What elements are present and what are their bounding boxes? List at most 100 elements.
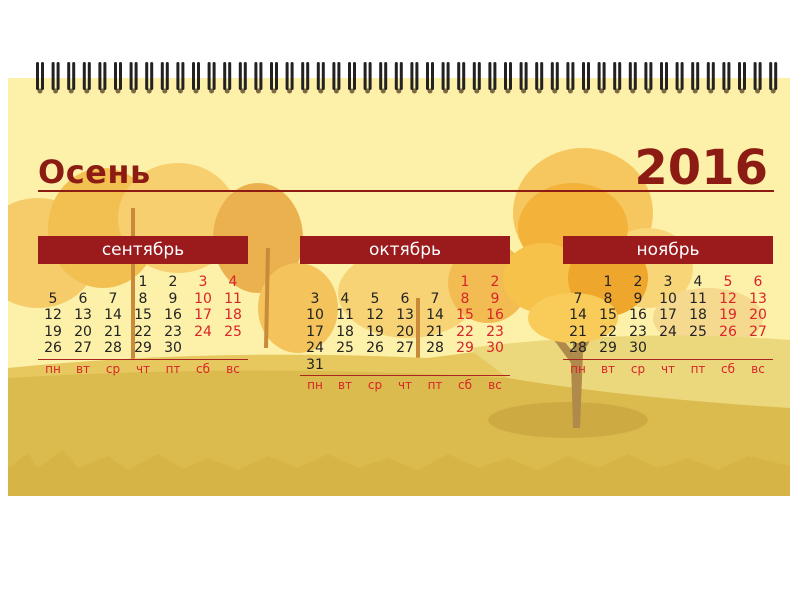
weekday-label: ср — [105, 361, 121, 376]
day-cell: 20 — [749, 307, 767, 323]
day-cell: 31 — [306, 356, 324, 373]
binding-ring-icon — [160, 62, 169, 94]
weekday-label: пн — [45, 361, 61, 376]
binding-ring-icon — [332, 62, 341, 94]
day-cell: 7 — [573, 290, 583, 307]
binding-ring-icon — [488, 62, 497, 94]
binding-ring-icon — [223, 62, 232, 94]
day-cell — [188, 340, 218, 357]
binding-ring-icon — [426, 62, 434, 94]
binding-ring-icon — [145, 62, 154, 94]
day-cell: 2 — [168, 274, 178, 290]
binding-ring-icon — [238, 62, 247, 94]
binding-ring-icon — [769, 62, 778, 94]
day-cell: 24 — [659, 323, 677, 340]
year-title: 2016 — [634, 140, 768, 196]
day-cell: 19 — [44, 323, 62, 340]
season-title: Осень — [38, 153, 151, 191]
day-cell: 22 — [456, 323, 474, 340]
day-cell: 4 — [693, 274, 703, 290]
day-cell — [480, 357, 510, 374]
weekday-label: вс — [488, 378, 502, 392]
binding-ring-icon — [691, 62, 700, 94]
day-cell — [713, 340, 743, 357]
weekday-label: сб — [458, 378, 472, 392]
day-cell: 28 — [426, 340, 444, 356]
binding-ring-icon — [535, 62, 544, 94]
day-cell: 29 — [599, 340, 617, 356]
month-september: сентябрь 1 2 3 4 5 6 7 8 9 10 11 12 13 14 15 16 17 18 19 20… — [38, 236, 248, 378]
binding-ring-icon — [550, 62, 559, 94]
day-cell: 1 — [460, 274, 470, 290]
binding-ring-icon — [472, 62, 481, 94]
weekday-label: пн — [307, 378, 323, 392]
binding-ring-icon — [722, 62, 731, 94]
binding-ring-icon — [613, 62, 622, 94]
day-cell: 3 — [663, 274, 673, 290]
weekday-label: чт — [397, 378, 413, 392]
weekday-label: вт — [337, 378, 353, 392]
binding-ring-icon — [98, 62, 107, 94]
day-cell: 21 — [104, 323, 122, 340]
day-cell: 30 — [629, 340, 647, 356]
day-cell — [390, 274, 420, 291]
day-cell: 28 — [569, 340, 587, 356]
day-cell: 12 — [44, 307, 62, 323]
day-cell: 9 — [633, 290, 643, 307]
binding-ring-icon — [363, 62, 372, 94]
binding-ring-icon — [738, 62, 746, 94]
weekday-label: вс — [751, 361, 765, 376]
day-cell: 11 — [336, 307, 354, 323]
day-cell: 10 — [306, 307, 324, 323]
day-cell: 17 — [659, 307, 677, 323]
day-cell: 16 — [486, 307, 504, 323]
binding-ring-icon — [441, 62, 450, 94]
day-cell: 22 — [134, 323, 152, 340]
day-cell: 9 — [168, 290, 178, 307]
day-cell — [300, 274, 330, 291]
binding-ring-icon — [597, 62, 606, 94]
day-cell: 13 — [74, 307, 92, 323]
month-name: ноябрь — [563, 236, 773, 264]
day-cell — [98, 274, 128, 291]
day-cell: 2 — [633, 274, 643, 290]
binding-ring-icon — [316, 62, 325, 94]
day-cell: 15 — [134, 307, 152, 323]
day-cell: 13 — [396, 307, 414, 323]
day-cell: 8 — [603, 290, 613, 307]
day-cell: 27 — [396, 340, 414, 356]
day-cell: 27 — [749, 323, 767, 340]
month-days: 1 2 3 4 5 6 7 8 9 10 11 12 13 14 15 16 17 18 19 20 21 22 23 24 2… — [563, 274, 773, 357]
day-cell: 13 — [749, 290, 767, 307]
binding-ring-icon — [129, 62, 138, 94]
day-cell — [450, 357, 480, 374]
day-cell — [563, 274, 593, 291]
month-name: сентябрь — [38, 236, 248, 264]
day-cell: 4 — [340, 290, 350, 307]
weekday-row: пн вт ср чт пт сб вс — [300, 376, 510, 394]
day-cell: 23 — [629, 323, 647, 340]
day-cell: 14 — [569, 307, 587, 323]
title-divider — [38, 190, 774, 192]
day-cell: 25 — [224, 323, 242, 340]
day-cell: 15 — [456, 307, 474, 323]
binding-ring-icon — [114, 62, 122, 94]
day-cell — [683, 340, 713, 357]
day-cell: 14 — [426, 307, 444, 323]
day-cell: 8 — [460, 290, 470, 307]
binding-ring-icon — [660, 62, 668, 94]
binding-ring-icon — [519, 62, 528, 94]
day-cell — [420, 357, 450, 374]
day-cell: 5 — [48, 290, 58, 307]
day-cell — [330, 274, 360, 291]
day-cell: 30 — [486, 340, 504, 356]
weekday-label: пт — [427, 378, 443, 392]
month-days: 1 2 3 4 5 6 7 8 9 10 11 12 13 14 15 16 17 18 19 20 21 22 23 24 2… — [38, 274, 248, 357]
binding-ring-icon — [36, 62, 44, 94]
day-cell: 3 — [310, 290, 320, 307]
day-cell: 14 — [104, 307, 122, 323]
weekday-label: сб — [721, 361, 735, 376]
day-cell: 10 — [194, 290, 212, 307]
binding-ring-icon — [82, 62, 91, 94]
weekday-label: чт — [660, 361, 676, 376]
